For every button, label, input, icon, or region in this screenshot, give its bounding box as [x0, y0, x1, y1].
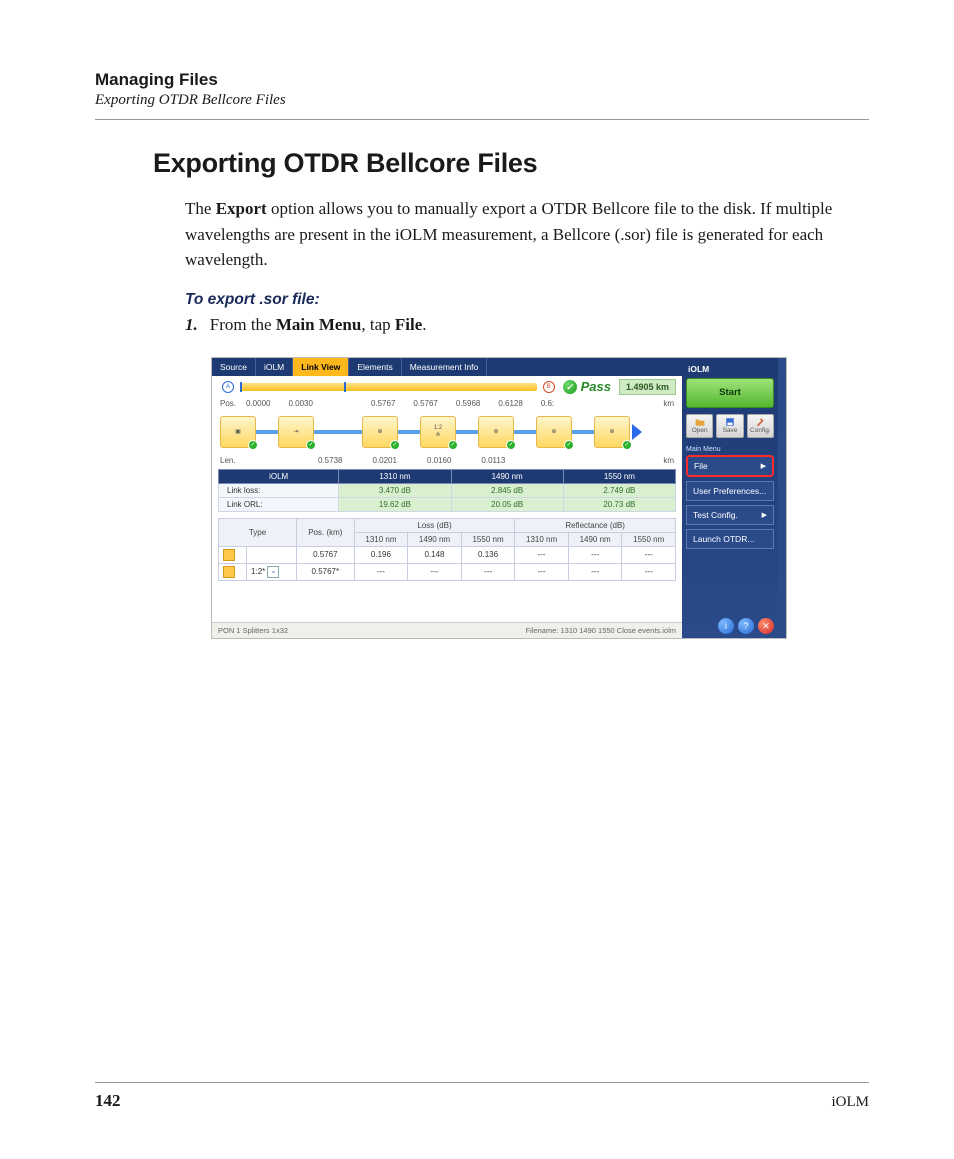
running-chapter: Managing Files	[95, 70, 869, 90]
tools-icon	[755, 417, 765, 427]
folder-open-icon	[695, 417, 705, 427]
table-row[interactable]: 1:2* ⌄ 0.5767* --------- ---------	[219, 563, 676, 580]
page-number: 142	[95, 1091, 121, 1111]
tab-iolm[interactable]: iOLM	[256, 358, 293, 376]
app-screenshot: Source iOLM Link View Elements Measureme…	[211, 357, 787, 639]
event-node[interactable]: ⊕✓	[362, 416, 398, 448]
close-icon[interactable]: ✕	[758, 618, 774, 634]
event-chain[interactable]: ▣✓ ⇥✓ ⊕✓ 1:2⋔✓ ⊕✓ ⊕✓ ⊕✓	[212, 410, 682, 454]
procedure-subheading: To export .sor file:	[185, 291, 869, 309]
event-type-icon	[223, 549, 235, 561]
open-button[interactable]: Open	[686, 414, 713, 438]
measurement-table: iOLM 1310 nm 1490 nm 1550 nm Link loss: …	[218, 469, 676, 512]
menu-launch-otdr[interactable]: Launch OTDR...	[686, 529, 774, 549]
menu-user-preferences[interactable]: User Preferences...	[686, 481, 774, 501]
event-node[interactable]: ⊕✓	[594, 416, 630, 448]
app-sidebar: iOLM Start Open Save Config.	[682, 358, 778, 638]
pos-label: Pos.	[220, 399, 246, 408]
config-button[interactable]: Config.	[747, 414, 774, 438]
status-bar: PON 1 Splitters 1x32 Filename: 1310 1490…	[212, 622, 682, 638]
overview-track[interactable]	[240, 383, 537, 391]
side-grip[interactable]	[778, 358, 786, 638]
event-node[interactable]: ▣✓	[220, 416, 256, 448]
help-icon[interactable]: ?	[738, 618, 754, 634]
start-button[interactable]: Start	[686, 378, 774, 408]
event-node[interactable]: ⊕✓	[478, 416, 514, 448]
event-node-splitter[interactable]: 1:2⋔✓	[420, 416, 456, 448]
pass-check-icon: ✓	[563, 380, 577, 394]
floppy-icon	[725, 417, 735, 427]
len-values: 0.5738 0.0201 0.0160 0.0113	[318, 456, 505, 465]
main-menu-label: Main Menu	[686, 446, 774, 453]
tab-elements[interactable]: Elements	[349, 358, 401, 376]
running-section: Exporting OTDR Bellcore Files	[95, 92, 869, 109]
tab-link-view[interactable]: Link View	[293, 358, 349, 376]
scroll-right-icon[interactable]	[632, 424, 642, 440]
tab-measurement-info[interactable]: Measurement Info	[402, 358, 488, 376]
event-node[interactable]: ⊕✓	[536, 416, 572, 448]
header-rule	[95, 119, 869, 120]
event-node[interactable]: ⇥✓	[278, 416, 314, 448]
step-1: 1.From the Main Menu, tap File.	[185, 315, 869, 335]
chevron-right-icon: ▶	[762, 511, 767, 519]
menu-test-config[interactable]: Test Config.▶	[686, 505, 774, 525]
page-heading: Exporting OTDR Bellcore Files	[153, 148, 869, 179]
events-table: Type Pos. (km) Loss (dB) Reflectance (dB…	[218, 518, 676, 581]
dropdown-icon[interactable]: ⌄	[267, 566, 279, 578]
intro-paragraph: The Export option allows you to manually…	[185, 196, 849, 273]
save-button[interactable]: Save	[716, 414, 743, 438]
info-icon[interactable]: i	[718, 618, 734, 634]
pos-unit: km	[663, 399, 674, 408]
len-label: Len.	[220, 456, 246, 465]
marker-b-icon: B	[543, 381, 555, 393]
pos-values: 0.0000 0.0030 0.5767 0.5767 0.5968 0.612…	[246, 399, 554, 408]
pass-label: Pass	[581, 379, 611, 394]
sidebar-title: iOLM	[686, 362, 774, 378]
chevron-right-icon: ▶	[761, 462, 766, 470]
marker-a-icon: A	[222, 381, 234, 393]
total-distance-badge: 1.4905 km	[619, 379, 676, 395]
table-row[interactable]: 0.5767 0.1960.1480.136 ---------	[219, 546, 676, 563]
tab-source[interactable]: Source	[212, 358, 256, 376]
tab-bar: Source iOLM Link View Elements Measureme…	[212, 358, 682, 376]
event-type-icon	[223, 566, 235, 578]
len-unit: km	[663, 456, 674, 465]
menu-file[interactable]: File▶	[686, 455, 774, 477]
product-name: iOLM	[832, 1094, 870, 1111]
